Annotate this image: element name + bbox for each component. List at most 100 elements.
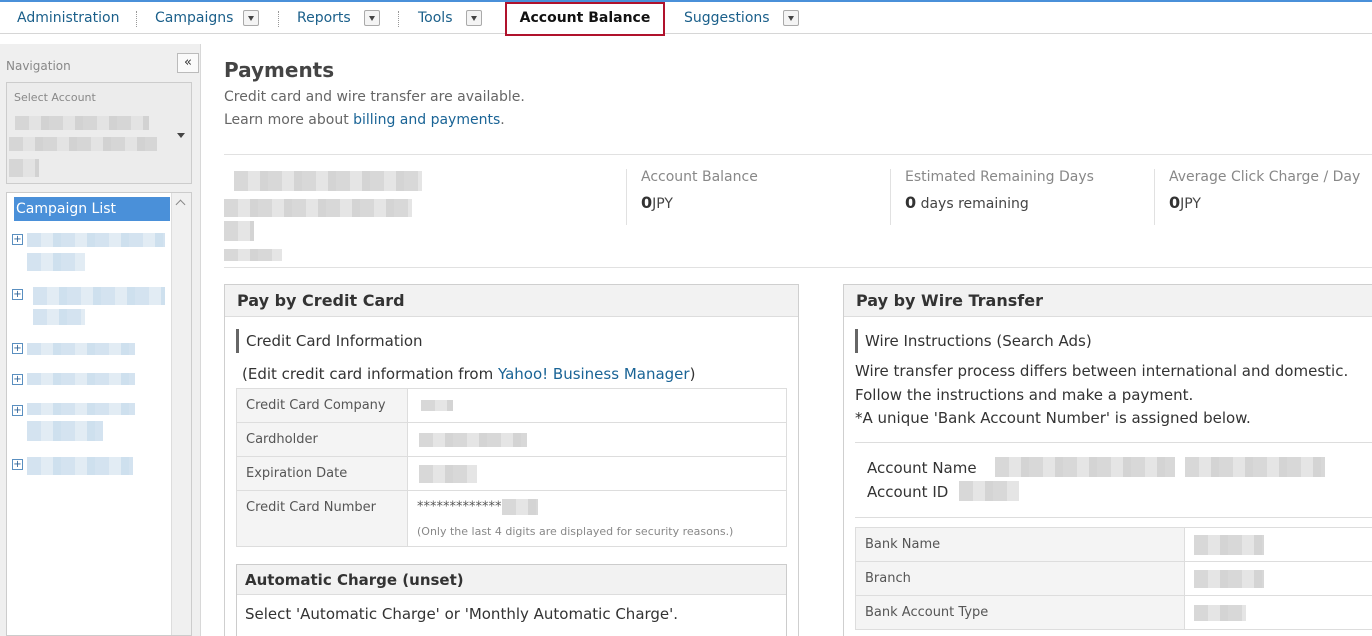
navigation-label: Navigation [6,59,71,73]
cardholder-label: Cardholder [236,422,408,457]
page-subtitle: Credit card and wire transfer are availa… [224,89,525,105]
table-row: Credit Card Company [236,388,787,423]
nav-account-balance[interactable]: Account Balance [505,2,665,36]
table-row: Branch [855,561,1372,596]
branch-label: Branch [855,561,1185,596]
redacted-account-info [224,249,282,261]
account-summary: Account Balance 0JPY Estimated Remaining… [224,154,1372,268]
list-item[interactable] [27,233,165,247]
account-selector[interactable]: Select Account [6,82,192,184]
list-item[interactable] [27,457,133,475]
redacted-account-name [9,137,157,151]
redacted-account-name [995,457,1175,477]
table-row: Cardholder [236,422,787,457]
campaigns-dropdown-icon[interactable] [243,10,259,26]
nav-separator [278,11,279,27]
automatic-charge-text: Select 'Automatic Charge' or 'Monthly Au… [245,605,679,623]
list-item[interactable] [33,309,85,325]
list-item[interactable] [27,403,135,415]
edit-note-prefix: (Edit credit card information from [242,365,498,383]
credit-card-info-title: Credit Card Information [236,329,423,353]
list-item[interactable] [27,253,85,271]
expand-icon[interactable]: + [12,289,23,300]
redacted-account-id [959,481,1019,501]
nav-reports[interactable]: Reports [297,2,351,34]
automatic-charge-panel: Automatic Charge (unset) Select 'Automat… [236,564,787,636]
automatic-charge-title: Automatic Charge (unset) [237,565,786,595]
yahoo-business-manager-link[interactable]: Yahoo! Business Manager [498,365,690,383]
suggestions-dropdown-icon[interactable] [783,10,799,26]
redacted-value [419,464,477,483]
bank-name-value [1184,527,1372,562]
nav-campaigns[interactable]: Campaigns [155,2,233,34]
redacted-account-name [1185,457,1325,477]
avg-click-charge-unit: JPY [1180,196,1201,212]
nav-administration[interactable]: Administration [17,2,119,34]
wire-line-2: Follow the instructions and make a payme… [855,385,1194,404]
reports-dropdown-icon[interactable] [364,10,380,26]
remaining-days-stat: Estimated Remaining Days 0 days remainin… [890,169,1094,225]
account-name-label: Account Name [867,459,977,477]
account-balance-unit: JPY [652,196,673,212]
bank-details-table: Bank Name Branch Bank Account Type [855,527,1372,630]
redacted-account-info [224,221,254,241]
wire-instructions-text: Wire transfer process differs between in… [855,360,1348,431]
top-navigation: Administration Campaigns Reports Tools S… [0,0,1372,34]
campaign-list-header[interactable]: Campaign List [14,197,170,221]
redacted-value [1194,569,1264,588]
redacted-account-info [224,199,412,217]
card-number-note: (Only the last 4 digits are displayed fo… [417,525,734,538]
wire-transfer-panel-title: Pay by Wire Transfer [844,285,1372,317]
chevron-down-icon[interactable] [177,133,185,138]
wire-line-3: *A unique 'Bank Account Number' is assig… [855,409,1251,427]
list-item[interactable] [27,373,135,385]
campaign-list-scrollbar[interactable] [171,193,191,635]
expiration-date-value [407,456,787,491]
expand-icon[interactable]: + [12,374,23,385]
expand-icon[interactable]: + [12,405,23,416]
list-item[interactable] [33,287,165,305]
nav-tools[interactable]: Tools [418,2,453,34]
avg-click-charge-value: 0 [1169,193,1181,212]
remaining-days-label: Estimated Remaining Days [905,169,1094,185]
nav-suggestions[interactable]: Suggestions [684,2,770,34]
select-account-label: Select Account [14,91,96,104]
wire-account-info [855,442,1372,518]
avg-click-charge-stat: Average Click Charge / Day 0JPY [1154,169,1360,225]
credit-card-company-value [407,388,787,423]
tools-dropdown-icon[interactable] [466,10,482,26]
wire-line-1: Wire transfer process differs between in… [855,362,1349,380]
credit-card-number-label: Credit Card Number [236,490,408,547]
cardholder-value [407,422,787,457]
credit-card-company-label: Credit Card Company [236,388,408,423]
bank-account-type-label: Bank Account Type [855,595,1185,630]
billing-payments-link[interactable]: billing and payments [353,112,500,128]
expiration-date-label: Expiration Date [236,456,408,491]
collapse-sidebar-button[interactable]: « [177,53,199,73]
redacted-value [501,499,538,515]
table-row: Expiration Date [236,456,787,491]
campaign-list: Campaign List + + + + + + [6,192,192,636]
branch-value [1184,561,1372,596]
redacted-value [1194,534,1264,555]
bank-account-type-value [1184,595,1372,630]
bank-name-label: Bank Name [855,527,1185,562]
remaining-days-unit: days remaining [916,196,1029,212]
expand-icon[interactable]: + [12,459,23,470]
list-item[interactable] [27,343,135,355]
expand-icon[interactable]: + [12,234,23,245]
page-title: Payments [224,58,335,82]
account-id-label: Account ID [867,483,949,501]
card-number-mask: ************* [417,499,502,515]
expand-icon[interactable]: + [12,343,23,354]
learn-more-suffix: . [500,112,505,128]
redacted-account-info [234,171,422,191]
account-balance-stat: Account Balance 0JPY [626,169,758,225]
learn-more-prefix: Learn more about [224,112,354,128]
edit-note-suffix: ) [689,365,696,383]
credit-card-panel-title: Pay by Credit Card [225,285,798,317]
list-item[interactable] [27,421,103,441]
table-row: Bank Account Type [855,595,1372,630]
redacted-account-name [15,116,149,130]
nav-separator [398,11,399,27]
